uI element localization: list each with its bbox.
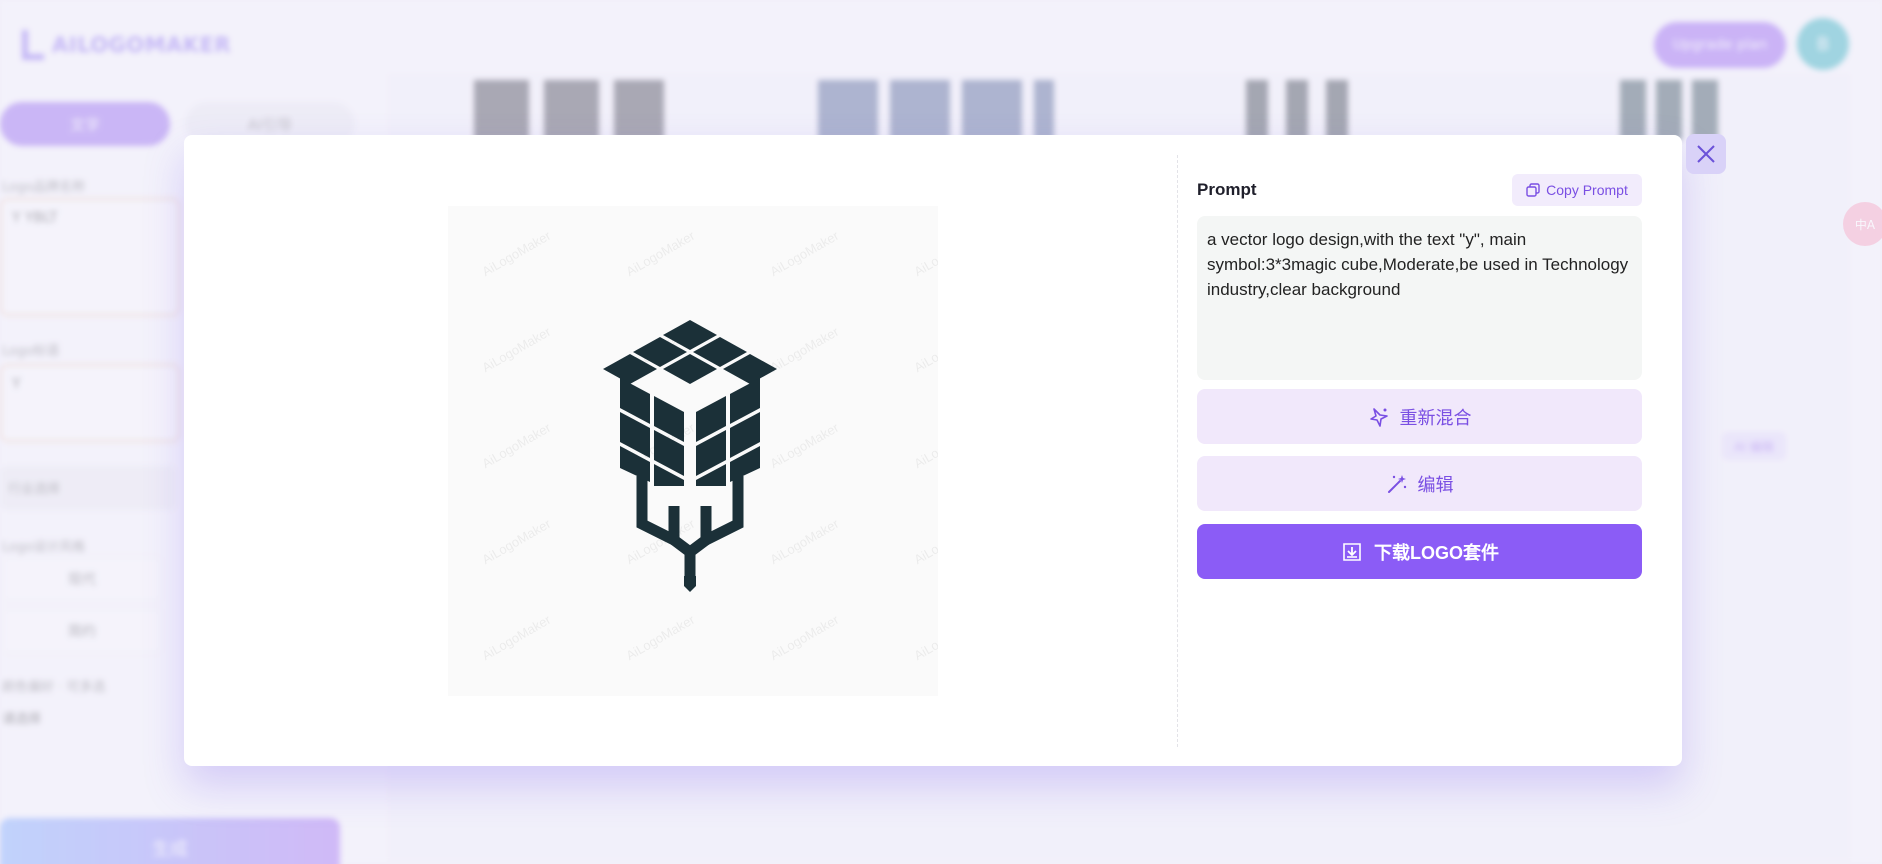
copy-prompt-button[interactable]: Copy Prompt [1512, 174, 1642, 206]
download-label: 下载LOGO套件 [1374, 542, 1499, 563]
download-logo-kit-button[interactable]: 下载LOGO套件 [1197, 524, 1642, 579]
cube-logo-image [603, 320, 777, 592]
download-icon [1343, 542, 1361, 561]
close-modal-button[interactable] [1686, 134, 1726, 174]
copy-icon [1526, 183, 1540, 197]
modal-divider [1177, 155, 1178, 747]
prompt-title: Prompt [1197, 180, 1257, 199]
copy-prompt-label: Copy Prompt [1546, 182, 1628, 198]
logo-preview: AiLogoMaker AiLogoMaker AiLogoMaker AiLogoM… [448, 206, 938, 696]
magic-wand-icon [1387, 474, 1406, 493]
prompt-text[interactable]: a vector logo design,with the text "y", … [1197, 216, 1642, 380]
remix-button[interactable]: 重新混合 [1197, 389, 1642, 444]
close-icon [1697, 145, 1715, 163]
remix-label: 重新混合 [1399, 407, 1472, 428]
edit-label: 编辑 [1417, 474, 1454, 495]
sparkle-icon [1369, 407, 1388, 427]
edit-button[interactable]: 编辑 [1197, 456, 1642, 511]
